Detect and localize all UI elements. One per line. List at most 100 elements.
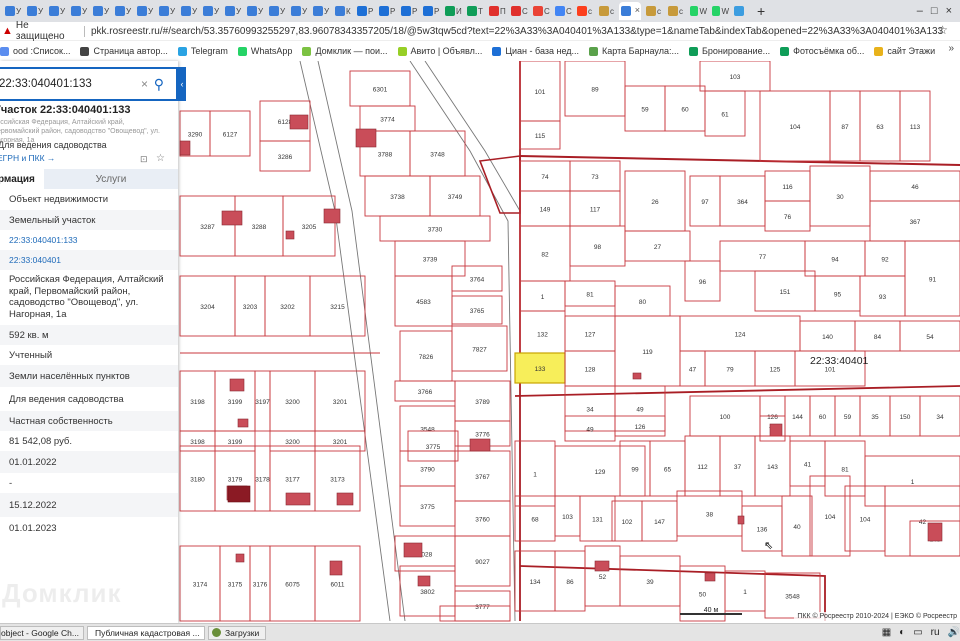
bookmark-item[interactable]: Бронирование...	[688, 46, 770, 56]
browser-tab[interactable]: У	[179, 2, 198, 20]
tab-info[interactable]: Информация	[0, 169, 44, 191]
close-tab-icon[interactable]: ×	[635, 5, 640, 15]
whatsapp-icon	[690, 6, 699, 16]
bookmark-favicon-icon	[688, 46, 698, 56]
attribute-value[interactable]: 22:33:040401:133	[0, 230, 178, 250]
browser-tab-label: У	[126, 6, 132, 16]
battery-icon[interactable]: ▭	[913, 627, 922, 638]
parcel-number: 87	[841, 124, 849, 131]
browser-tab[interactable]: У	[3, 2, 22, 20]
browser-tab[interactable]: У	[69, 2, 88, 20]
bookmark-item[interactable]: Домклик — пои...	[302, 46, 388, 56]
new-tab-button[interactable]: +	[757, 3, 765, 19]
attribute-value: Земли населённых пунктов	[0, 365, 178, 387]
browser-tab[interactable]: У	[25, 2, 44, 20]
insecure-label[interactable]: Не защищено	[16, 20, 78, 42]
bookmark-item[interactable]: Фотосъёмка об...	[780, 46, 864, 56]
attribute-value[interactable]: 22:33:040401	[0, 250, 178, 270]
browser-tab[interactable]: Р	[355, 2, 374, 20]
tab-services[interactable]: Услуги	[44, 169, 178, 189]
browser-tab[interactable]: С	[553, 2, 572, 20]
browser-tab[interactable]: У	[289, 2, 308, 20]
egrn-link[interactable]: ЕГРН и ПКК →	[0, 153, 55, 163]
browser-tab[interactable]	[732, 2, 751, 20]
attribute-value: Земельный участок	[0, 210, 178, 230]
panel-collapse-button[interactable]: ‹	[178, 67, 186, 101]
browser-tab[interactable]: W	[710, 2, 729, 20]
volume-icon[interactable]: 🔊	[948, 627, 960, 638]
taskbar-window-label: object - Google Ch...	[1, 627, 79, 638]
zoom-to-object-icon[interactable]: ⊡	[140, 154, 148, 165]
browser-tab[interactable]: У	[201, 2, 220, 20]
browser-tab[interactable]: Т	[465, 2, 484, 20]
parcel-number: 50	[699, 592, 707, 599]
bookmark-item[interactable]: WhatsApp	[237, 46, 292, 56]
bookmark-favicon-icon	[874, 46, 884, 56]
app-grid-icon[interactable]: ▦	[882, 627, 891, 638]
browser-tab[interactable]: У	[157, 2, 176, 20]
keyboard-layout[interactable]: ru	[931, 627, 940, 638]
parcel-number: 26	[651, 199, 659, 206]
browser-tab[interactable]: У	[223, 2, 242, 20]
browser-tab[interactable]: с	[666, 2, 685, 20]
close-window-button[interactable]: ×	[946, 5, 952, 17]
attribute-value: 15.12.2022	[0, 493, 178, 517]
browser-tab[interactable]: с	[597, 2, 616, 20]
browser-tab[interactable]: У	[91, 2, 110, 20]
parcel-number: 104	[860, 517, 871, 524]
bookmark-item[interactable]: Telegram	[177, 46, 228, 56]
browser-tab[interactable]: ×	[619, 2, 641, 20]
browser-tab[interactable]: с	[644, 2, 663, 20]
bookmark-favicon-icon	[80, 46, 90, 56]
warning-icon[interactable]: ▲	[2, 25, 13, 37]
search-box[interactable]: 22:33:040401:133 × ⚲	[0, 67, 178, 101]
browser-tab[interactable]: W	[688, 2, 707, 20]
bookmarks-more-button[interactable]: »	[948, 43, 954, 54]
building-footprint	[417, 575, 431, 587]
parcel-number: 54	[926, 334, 934, 341]
taskbar-window-button[interactable]: Загрузки	[208, 625, 267, 640]
search-icon[interactable]: ⚲	[154, 76, 164, 93]
browser-tab[interactable]: У	[113, 2, 132, 20]
browser-tab[interactable]: У	[245, 2, 264, 20]
bookmark-item[interactable]: Страница автор...	[80, 46, 168, 56]
kadastr-icon	[225, 6, 235, 16]
clear-search-icon[interactable]: ×	[141, 77, 148, 91]
browser-tab[interactable]: У	[47, 2, 66, 20]
parcel-number: 1	[743, 589, 747, 596]
browser-tab[interactable]: И	[443, 2, 462, 20]
browser-tab[interactable]: Р	[377, 2, 396, 20]
url-field[interactable]: pkk.rosreestr.ru/#/search/53.35760993255…	[91, 26, 960, 37]
bookmark-item[interactable]: Циан - база нед...	[492, 46, 579, 56]
bookmarks-bar: ood :Список... Страница автор... Telegram W…	[0, 41, 960, 62]
bookmark-item[interactable]: Карта Барнаула:...	[589, 46, 679, 56]
parcel-number: 100	[720, 414, 731, 421]
browser-tab[interactable]: С	[509, 2, 528, 20]
network-icon[interactable]: ◐	[899, 627, 905, 638]
taskbar-window-label: Загрузки	[225, 627, 260, 638]
favorite-star-icon[interactable]: ☆	[156, 153, 165, 164]
search-input[interactable]: 22:33:040401:133	[0, 78, 92, 90]
bookmark-label: Циан - база нед...	[505, 46, 580, 56]
maximize-button[interactable]: □	[931, 5, 938, 17]
bookmark-item[interactable]: Авито | Объявл...	[397, 46, 482, 56]
browser-tab[interactable]: У	[267, 2, 286, 20]
kadastr-icon	[291, 6, 301, 16]
parcel-number: 6075	[285, 582, 300, 589]
browser-tab[interactable]: Р	[399, 2, 418, 20]
browser-tab[interactable]: У	[135, 2, 154, 20]
browser-tab[interactable]: П	[487, 2, 506, 20]
taskbar-window-button[interactable]: Публичная кадастровая ...	[87, 625, 205, 640]
minimize-button[interactable]: –	[917, 5, 923, 17]
browser-tab[interactable]: Р	[421, 2, 440, 20]
bookmark-item[interactable]: сайт Этажи	[874, 46, 935, 56]
taskbar-window-button[interactable]: object - Google Ch...	[0, 625, 84, 640]
browser-tab[interactable]: К	[333, 2, 352, 20]
browser-tab[interactable]: с	[575, 2, 594, 20]
parcel-number: 34	[586, 407, 594, 414]
bookmark-star-icon[interactable]: ☆	[937, 23, 948, 37]
browser-tab[interactable]: У	[311, 2, 330, 20]
bookmark-item[interactable]: ood :Список...	[0, 46, 70, 56]
parcel-number: 52	[599, 574, 607, 581]
browser-tab[interactable]: С	[531, 2, 550, 20]
